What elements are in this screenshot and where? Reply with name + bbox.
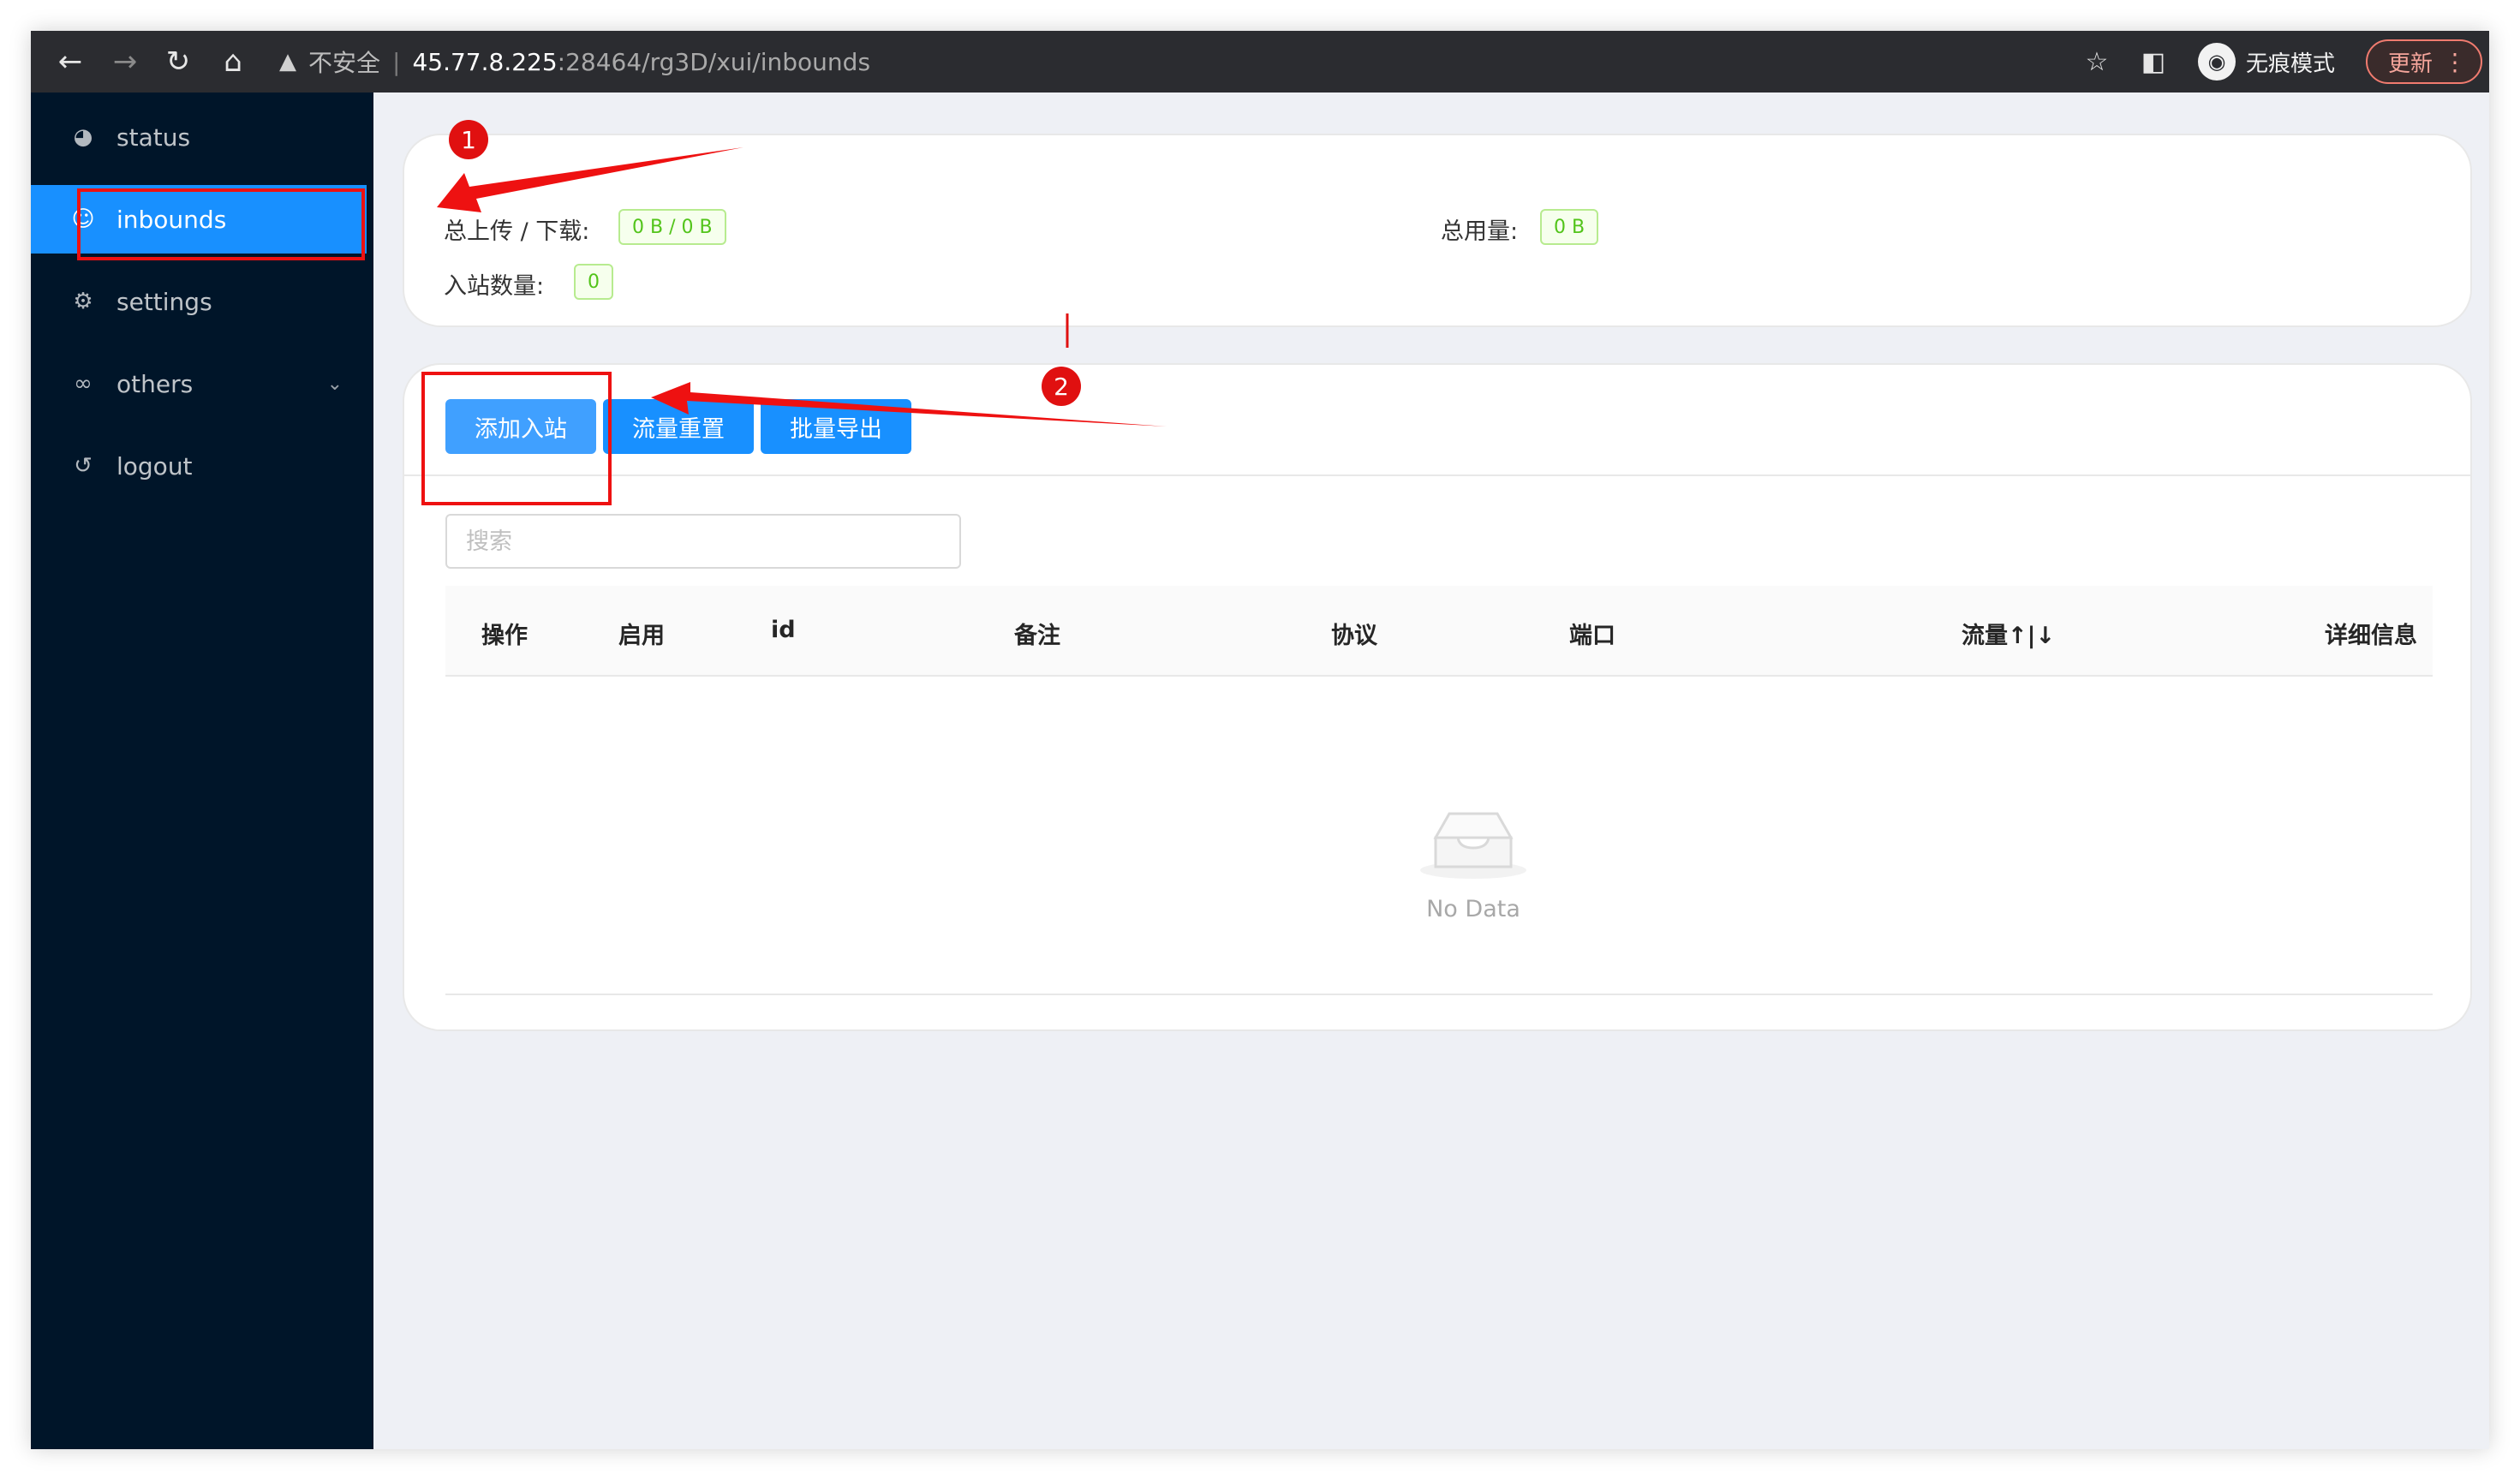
reload-icon[interactable]: ↻ <box>159 43 197 81</box>
warning-triangle-icon: ▲ <box>279 49 296 75</box>
batch-export-button[interactable]: 批量导出 <box>761 399 911 454</box>
insecure-label: 不安全 <box>308 49 381 77</box>
total-usage-tag: 0 B <box>1540 209 1599 245</box>
upload-download-label: 总上传 / 下载: <box>444 218 590 245</box>
column-header-protocol: 协议 <box>1331 623 1377 649</box>
annotation-box-add-inbound <box>421 372 612 505</box>
sidebar-item-others[interactable]: ∞ others ⌄ <box>31 349 373 418</box>
incognito-label: 无痕模式 <box>2246 51 2336 77</box>
column-header-traffic[interactable]: 流量↑|↓ <box>1962 617 2055 650</box>
empty-state-text: No Data <box>1426 896 1520 922</box>
search-input[interactable] <box>445 514 961 569</box>
sidebar-item-logout[interactable]: ↺ logout <box>31 432 373 500</box>
sidebar-item-label: status <box>116 122 191 152</box>
column-header-port[interactable]: 端口 <box>1569 617 1615 650</box>
browser-window: ← → ↻ ⌂ ▲ 不安全 | 45.77.8.225:28464/rg3D/x… <box>31 31 2489 1449</box>
chevron-down-icon: ⌄ <box>326 373 343 395</box>
url-host: 45.77.8.225 <box>412 47 558 76</box>
reset-traffic-button[interactable]: 流量重置 <box>603 399 754 454</box>
inbound-count-label: 入站数量: <box>444 273 545 300</box>
side-panel-icon[interactable]: ◧ <box>2135 43 2172 81</box>
inbound-count-tag: 0 <box>574 264 613 300</box>
column-header-actions: 操作 <box>481 623 528 649</box>
inbounds-card: 添加入站 流量重置 批量导出 操作 启用 id 备注 协议 端口 流量↑|↓ 详… <box>403 363 2472 1031</box>
back-icon[interactable]: ← <box>51 43 89 81</box>
update-label: 更新 <box>2388 51 2433 77</box>
address-separator: | <box>392 47 401 76</box>
address-bar[interactable]: ▲ 不安全 | 45.77.8.225:28464/rg3D/xui/inbou… <box>279 43 870 81</box>
annotation-step-1: 1 <box>449 120 488 159</box>
dashboard-icon: ◕ <box>73 124 93 150</box>
upload-download-tag: 0 B / 0 B <box>618 209 726 245</box>
table-bottom-border <box>445 994 2433 995</box>
empty-inbox-icon <box>1420 812 1526 879</box>
sidebar-item-label: others <box>116 369 194 398</box>
incognito-icon: ◉ <box>2198 43 2236 81</box>
bookmark-star-icon[interactable]: ☆ <box>2078 43 2116 81</box>
update-button[interactable]: 更新 ⋮ <box>2366 39 2482 84</box>
link-icon: ∞ <box>74 371 93 397</box>
card-divider <box>404 474 2470 476</box>
sidebar-item-status[interactable]: ◕ status <box>31 103 373 171</box>
browser-toolbar: ← → ↻ ⌂ ▲ 不安全 | 45.77.8.225:28464/rg3D/x… <box>31 31 2489 92</box>
home-icon[interactable]: ⌂ <box>214 43 252 81</box>
url-path: :28464/rg3D/xui/inbounds <box>557 47 871 76</box>
annotation-box-inbounds <box>77 188 365 260</box>
sidebar: ◕ status ☺ inbounds ⚙ settings ∞ others … <box>31 92 373 1449</box>
column-header-id: id <box>771 617 796 643</box>
column-header-details: 详细信息 <box>2325 623 2417 649</box>
sidebar-item-label: logout <box>116 451 193 480</box>
column-header-enabled: 启用 <box>618 623 665 649</box>
total-usage-label: 总用量: <box>1441 218 1519 245</box>
forward-icon[interactable]: → <box>106 43 144 81</box>
annotation-step-2: 2 <box>1042 367 1081 406</box>
stats-card: 总上传 / 下载: 0 B / 0 B 总用量: 0 B 入站数量: 0 <box>403 134 2472 327</box>
column-header-remark: 备注 <box>1014 623 1060 649</box>
table-header: 操作 启用 id 备注 协议 端口 流量↑|↓ 详细信息 <box>445 586 2433 677</box>
logout-icon: ↺ <box>74 453 93 479</box>
incognito-indicator[interactable]: ◉ 无痕模式 <box>2198 41 2335 82</box>
sidebar-item-settings[interactable]: ⚙ settings <box>31 267 373 336</box>
more-vertical-icon: ⋮ <box>2443 48 2467 76</box>
gear-icon: ⚙ <box>73 289 93 314</box>
sidebar-item-label: settings <box>116 287 212 316</box>
